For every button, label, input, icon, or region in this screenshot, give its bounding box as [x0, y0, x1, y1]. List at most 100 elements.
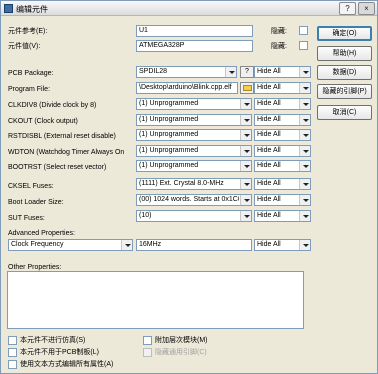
rstdisbl-visibility-select[interactable]: Hide All — [254, 129, 311, 141]
bootrst-visibility-select[interactable]: Hide All — [254, 160, 311, 172]
no-sim-checkbox[interactable] — [8, 336, 17, 345]
program-file-label: Program File: — [8, 86, 51, 93]
edit-component-dialog: 编辑元件 ? × 元件参考(E): U1 隐藏: 元件值(V): ATMEGA3… — [0, 0, 378, 374]
cksel-value: (1111) Ext. Crystal 8.0-MHz — [139, 180, 224, 187]
data-button[interactable]: 数据(D) — [317, 65, 372, 80]
folder-icon — [243, 85, 252, 91]
chevron-down-icon — [240, 211, 251, 221]
cksel-select[interactable]: (1111) Ext. Crystal 8.0-MHz — [136, 178, 252, 190]
clkdiv8-visibility-select[interactable]: Hide All — [254, 98, 311, 110]
boot-loader-visibility-select[interactable]: Hide All — [254, 194, 311, 206]
advanced-visibility-select[interactable]: Hide All — [254, 239, 311, 251]
visibility-value: Hide All — [257, 131, 281, 138]
program-file-field[interactable]: \Desktop\arduino\Blink.cpp.elf — [136, 82, 238, 94]
sut-value: (10) — [139, 212, 152, 219]
rstdisbl-value: (1) Unprogrammed — [139, 131, 199, 138]
chevron-down-icon — [240, 115, 251, 125]
chevron-down-icon — [299, 83, 310, 93]
chevron-down-icon — [121, 240, 132, 250]
visibility-value: Hide All — [257, 116, 281, 123]
ref-field[interactable]: U1 — [136, 25, 253, 37]
boot-loader-label: Boot Loader Size: — [8, 199, 64, 206]
visibility-value: Hide All — [257, 180, 281, 187]
no-pcb-checkbox[interactable] — [8, 348, 17, 357]
chevron-down-icon — [240, 179, 251, 189]
advanced-property-value: Clock Frequency — [11, 241, 64, 248]
visibility-value: Hide All — [257, 241, 281, 248]
app-icon — [4, 4, 13, 13]
bootrst-value: (1) Unprogrammed — [139, 162, 199, 169]
chevron-down-icon — [225, 67, 236, 77]
ref-hidden-checkbox[interactable] — [299, 26, 308, 35]
cksel-label: CKSEL Fuses: — [8, 183, 54, 190]
boot-loader-select[interactable]: (00) 1024 words. Starts at 0x1C0 — [136, 194, 252, 206]
value-hidden-label: 隐藏: — [271, 43, 287, 50]
boot-loader-value: (00) 1024 words. Starts at 0x1C0 — [139, 196, 239, 203]
chevron-down-icon — [299, 161, 310, 171]
value-field[interactable]: ATMEGA328P — [136, 40, 253, 52]
pcb-package-visibility-select[interactable]: Hide All — [254, 66, 311, 78]
ckout-visibility-select[interactable]: Hide All — [254, 114, 311, 126]
chevron-down-icon — [299, 67, 310, 77]
pcb-package-label: PCB Package: — [8, 70, 54, 77]
chevron-down-icon — [299, 211, 310, 221]
ckout-value: (1) Unprogrammed — [139, 116, 199, 123]
hide-common-pins-checkbox[interactable] — [143, 348, 152, 357]
visibility-value: Hide All — [257, 162, 281, 169]
chevron-down-icon — [299, 146, 310, 156]
ok-button[interactable]: 确定(O) — [317, 26, 372, 41]
sut-select[interactable]: (10) — [136, 210, 252, 222]
chevron-down-icon — [240, 130, 251, 140]
ref-hidden-label: 隐藏: — [271, 28, 287, 35]
browse-file-button[interactable] — [240, 82, 254, 94]
ckout-select[interactable]: (1) Unprogrammed — [136, 114, 252, 126]
text-edit-label: 使用文本方式编辑所有属性(A) — [20, 361, 114, 368]
wdton-value: (1) Unprogrammed — [139, 147, 199, 154]
hidden-pins-button[interactable]: 隐藏的引脚(P) — [317, 84, 372, 99]
advanced-properties-label: Advanced Properties: — [8, 230, 75, 237]
chevron-down-icon — [299, 240, 310, 250]
help-button[interactable]: 帮助(H) — [317, 46, 372, 61]
visibility-value: Hide All — [257, 84, 281, 91]
help-title-button[interactable]: ? — [339, 2, 356, 15]
sut-visibility-select[interactable]: Hide All — [254, 210, 311, 222]
chevron-down-icon — [299, 115, 310, 125]
other-properties-textarea[interactable] — [7, 271, 304, 329]
wdton-select[interactable]: (1) Unprogrammed — [136, 145, 252, 157]
wdton-label: WDTON (Watchdog Timer Always On — [8, 149, 125, 156]
visibility-value: Hide All — [257, 196, 281, 203]
chevron-down-icon — [299, 195, 310, 205]
clkdiv8-select[interactable]: (1) Unprogrammed — [136, 98, 252, 110]
visibility-value: Hide All — [257, 100, 281, 107]
chevron-down-icon — [299, 130, 310, 140]
program-file-visibility-select[interactable]: Hide All — [254, 82, 311, 94]
no-pcb-label: 本元件不用于PCB制板(L) — [20, 349, 99, 356]
no-sim-label: 本元件不进行仿真(S) — [20, 337, 86, 344]
wdton-visibility-select[interactable]: Hide All — [254, 145, 311, 157]
chevron-down-icon — [299, 99, 310, 109]
rstdisbl-label: RSTDISBL (External reset disable) — [8, 133, 116, 140]
pcb-package-value: SPDIL28 — [139, 68, 168, 75]
visibility-value: Hide All — [257, 212, 281, 219]
chevron-down-icon — [240, 195, 251, 205]
advanced-property-select[interactable]: Clock Frequency — [8, 239, 133, 251]
chevron-down-icon — [240, 146, 251, 156]
rstdisbl-select[interactable]: (1) Unprogrammed — [136, 129, 252, 141]
cancel-button[interactable]: 取消(C) — [317, 105, 372, 120]
visibility-value: Hide All — [257, 147, 281, 154]
text-edit-checkbox[interactable] — [8, 360, 17, 369]
advanced-value-field[interactable]: 16MHz — [136, 239, 252, 251]
cksel-visibility-select[interactable]: Hide All — [254, 178, 311, 190]
value-label: 元件值(V): — [8, 43, 41, 50]
clkdiv8-label: CLKDIV8 (Divide clock by 8) — [8, 102, 97, 109]
attach-hierarchy-checkbox[interactable] — [143, 336, 152, 345]
chevron-down-icon — [240, 161, 251, 171]
chevron-down-icon — [240, 99, 251, 109]
package-help-button[interactable]: ? — [240, 66, 254, 78]
chevron-down-icon — [299, 179, 310, 189]
value-hidden-checkbox[interactable] — [299, 41, 308, 50]
pcb-package-select[interactable]: SPDIL28 — [136, 66, 237, 78]
close-button[interactable]: × — [358, 2, 375, 15]
bootrst-select[interactable]: (1) Unprogrammed — [136, 160, 252, 172]
bootrst-label: BOOTRST (Select reset vector) — [8, 164, 107, 171]
